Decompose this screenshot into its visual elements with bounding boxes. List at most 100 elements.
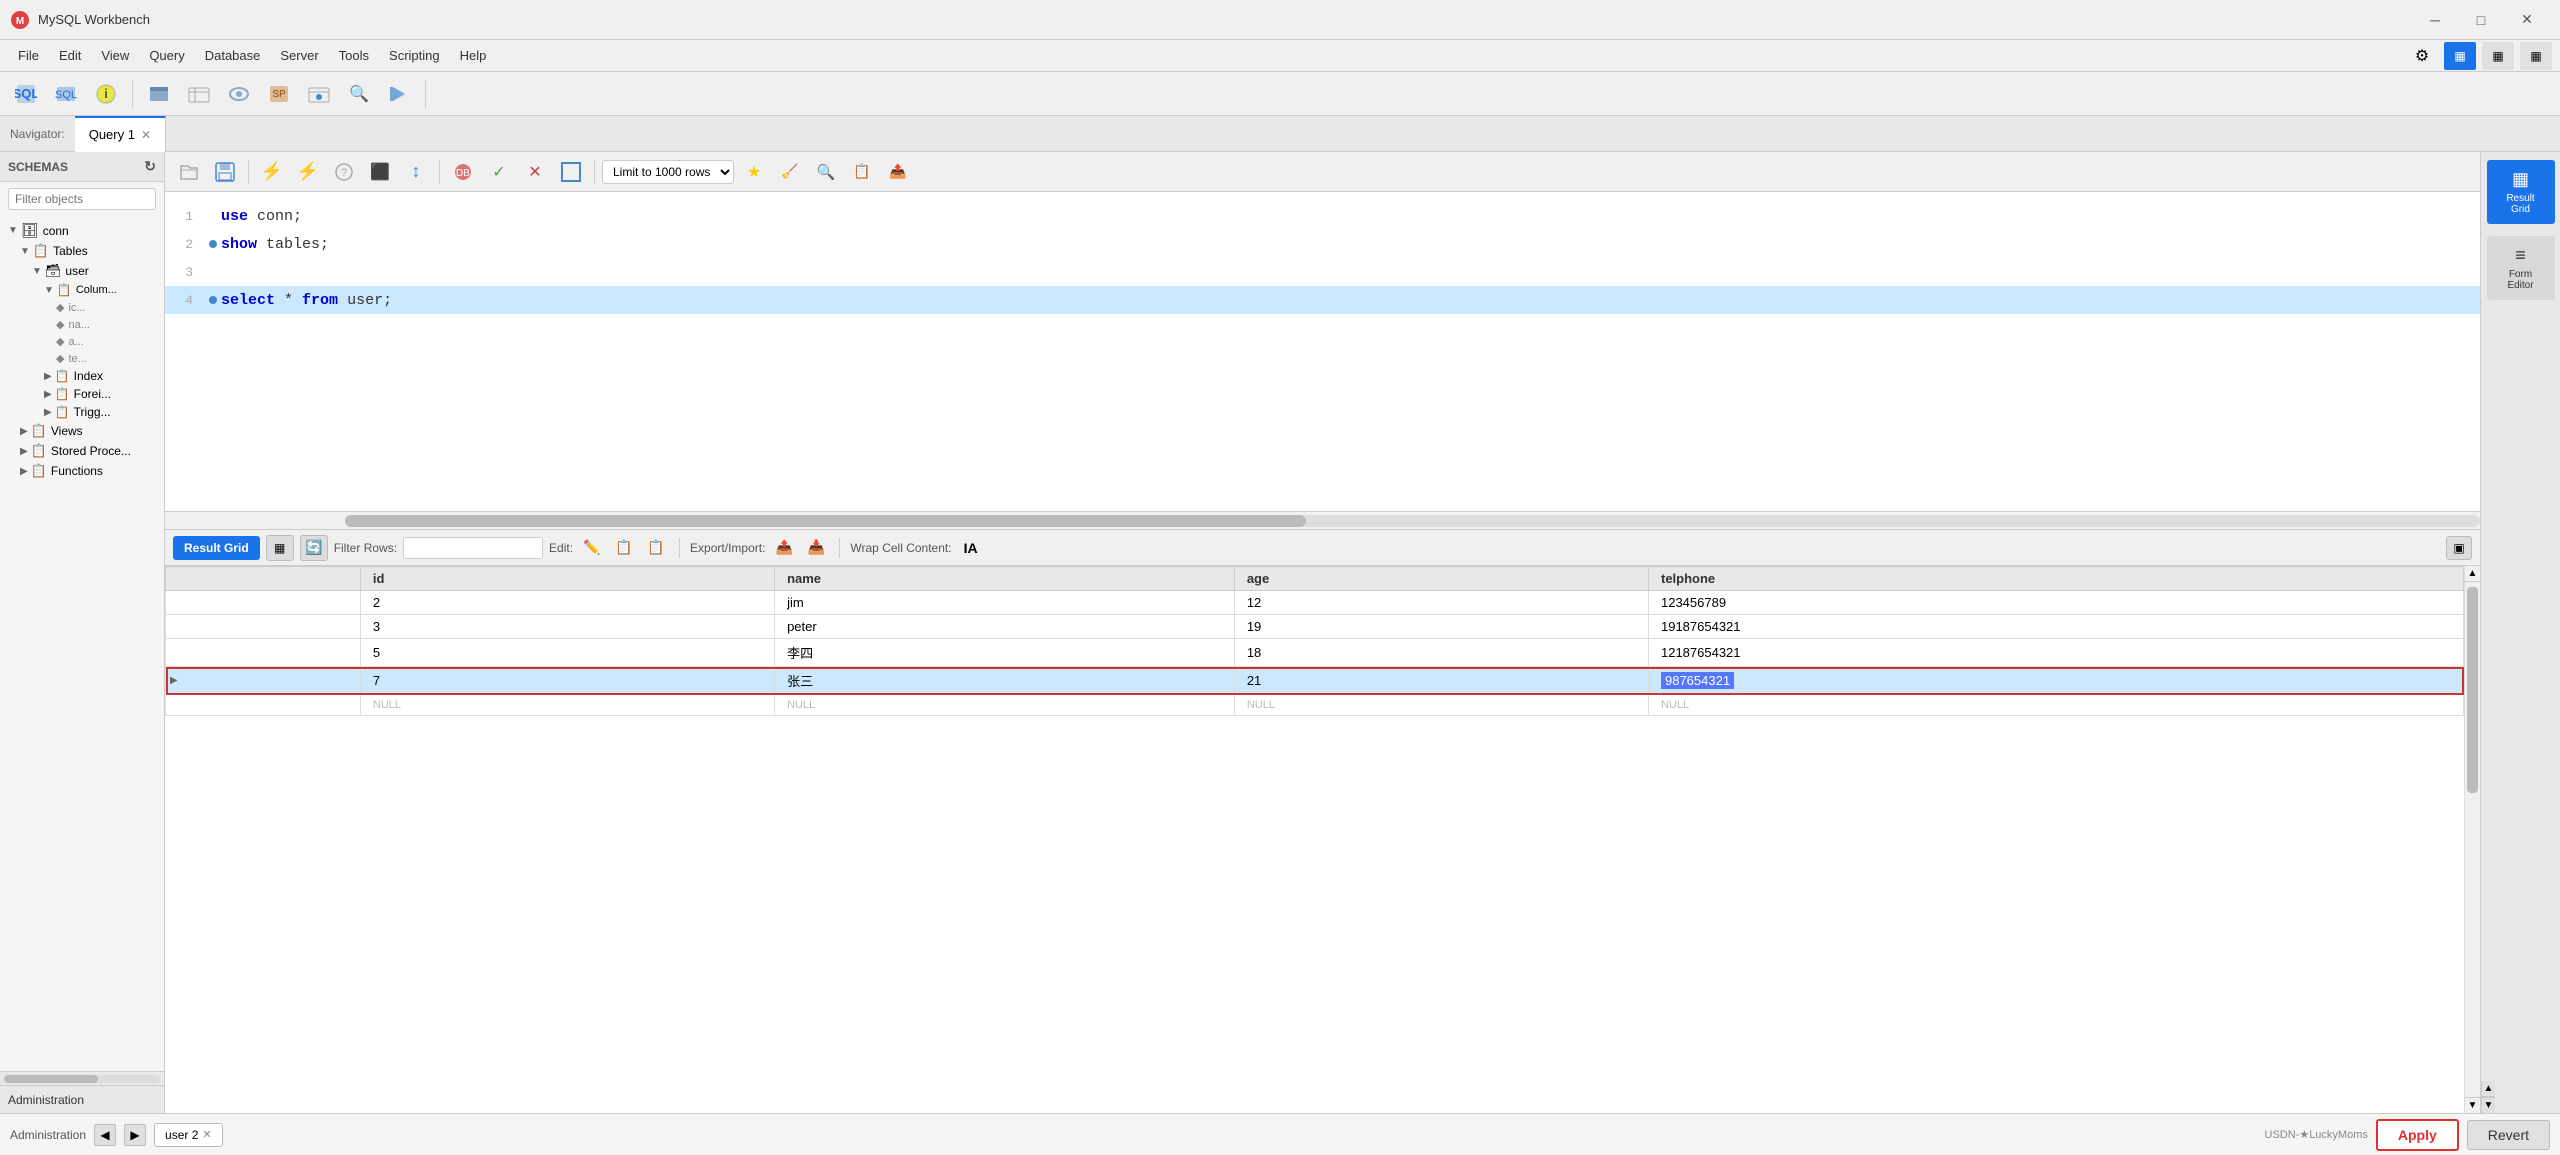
cell-name[interactable]: jim (775, 591, 1235, 615)
cancel-btn[interactable]: ✕ (519, 157, 551, 187)
cell-id[interactable]: 3 (360, 615, 774, 639)
result-grid[interactable]: id name age telphone 2 jim 12 (165, 566, 2464, 1113)
table-row[interactable]: 2 jim 12 123456789 (166, 591, 2464, 615)
maximize-button[interactable]: □ (2458, 5, 2504, 35)
refresh-result-icon[interactable]: 🔄 (300, 535, 328, 561)
refresh-schemas-icon[interactable]: ↻ (144, 158, 156, 175)
form-editor-btn[interactable]: ≡ FormEditor (2487, 236, 2555, 300)
toggle-panel-icon[interactable]: ▣ (2446, 536, 2472, 560)
result-vscroll[interactable]: ▲ ▼ (2464, 566, 2480, 1113)
edit-icon-1[interactable]: ✏️ (579, 536, 605, 560)
result-grid-tab[interactable]: Result Grid (173, 536, 260, 560)
search-icon[interactable]: 🔍 (341, 77, 377, 111)
table-row-selected[interactable]: ▶ 7 张三 21 987654321 (166, 667, 2464, 695)
cell-id[interactable]: 7 (360, 667, 774, 695)
cell-age-null[interactable]: NULL (1234, 695, 1648, 716)
edit-icon-3[interactable]: 📋 (643, 536, 669, 560)
scroll-thumb[interactable] (2467, 587, 2478, 793)
user2-tab-close[interactable]: ✕ (202, 1128, 211, 1141)
tree-item-col-tel[interactable]: ◆ te... (0, 350, 164, 367)
layout-icon-2[interactable]: ▦ (2482, 42, 2514, 70)
cell-id[interactable]: 5 (360, 639, 774, 667)
settings-icon[interactable]: ⚙ (2406, 42, 2438, 70)
menu-view[interactable]: View (91, 44, 139, 67)
editor-hscroll[interactable] (165, 512, 2480, 530)
check-btn[interactable]: ✓ (483, 157, 515, 187)
menu-tools[interactable]: Tools (329, 44, 379, 67)
tree-item-views[interactable]: ▶ 📋 Views (0, 421, 164, 441)
col-header-age[interactable]: age (1234, 567, 1648, 591)
revert-button[interactable]: Revert (2467, 1120, 2550, 1150)
grid-options-icon[interactable]: ▦ (266, 535, 294, 561)
tree-item-columns[interactable]: ▼ 📋 Colum... (0, 281, 164, 299)
cell-id[interactable]: 2 (360, 591, 774, 615)
export-btn[interactable]: 📤 (882, 157, 914, 187)
migration-icon[interactable] (381, 77, 417, 111)
cell-telphone[interactable]: 123456789 (1648, 591, 2463, 615)
minimize-button[interactable]: ─ (2412, 5, 2458, 35)
filter-input[interactable] (8, 188, 156, 210)
col-header-name[interactable]: name (775, 567, 1235, 591)
cell-age[interactable]: 18 (1234, 639, 1648, 667)
format-btn[interactable]: 📋 (846, 157, 878, 187)
table-row[interactable]: 5 李四 18 12187654321 (166, 639, 2464, 667)
nav-prev-btn[interactable]: ◀ (94, 1124, 116, 1146)
execute-selection-btn[interactable]: ⚡ (292, 157, 324, 187)
cell-age[interactable]: 21 (1234, 667, 1648, 695)
col-header-telphone[interactable]: telphone (1648, 567, 2463, 591)
create-table-icon[interactable] (181, 77, 217, 111)
query-tab[interactable]: Query 1 ✕ (75, 116, 166, 152)
tree-item-indexes[interactable]: ▶ 📋 Index (0, 367, 164, 385)
stop-btn[interactable]: ⬛ (364, 157, 396, 187)
table-row-new[interactable]: NULL NULL NULL NULL (166, 695, 2464, 716)
cell-tel-null[interactable]: NULL (1648, 695, 2463, 716)
menu-help[interactable]: Help (450, 44, 497, 67)
query-tab-close[interactable]: ✕ (141, 128, 151, 142)
toggle-btn[interactable]: ↕ (400, 157, 432, 187)
cell-age[interactable]: 19 (1234, 615, 1648, 639)
layout-icon-1[interactable]: ▦ (2444, 42, 2476, 70)
table-row[interactable]: 3 peter 19 19187654321 (166, 615, 2464, 639)
result-grid-btn[interactable]: ▦ ResultGrid (2487, 160, 2555, 224)
create-schema-icon[interactable] (141, 77, 177, 111)
sql-editor[interactable]: 1 use conn; 2 show tables; (165, 192, 2480, 512)
create-proc-icon[interactable]: SP (261, 77, 297, 111)
scroll-down-btn[interactable]: ▼ (2465, 1097, 2480, 1113)
wrap-icon[interactable]: IA (958, 536, 984, 560)
open-query-icon[interactable]: SQL (48, 77, 84, 111)
menu-server[interactable]: Server (270, 44, 328, 67)
cell-telphone[interactable]: 19187654321 (1648, 615, 2463, 639)
new-query-icon[interactable]: SQL (8, 77, 44, 111)
toggle-grid-btn[interactable] (555, 157, 587, 187)
cell-telphone[interactable]: 987654321 (1648, 667, 2463, 695)
nav-next-btn[interactable]: ▶ (124, 1124, 146, 1146)
tree-item-triggers[interactable]: ▶ 📋 Trigg... (0, 403, 164, 421)
cell-name[interactable]: 李四 (775, 639, 1235, 667)
tree-item-col-id[interactable]: ◆ ic... (0, 299, 164, 316)
right-scroll-up[interactable]: ▲ (2482, 1081, 2495, 1097)
scroll-track[interactable] (2465, 582, 2480, 1097)
export-icon-1[interactable]: 📤 (771, 536, 797, 560)
edit-icon-2[interactable]: 📋 (611, 536, 637, 560)
cell-age[interactable]: 12 (1234, 591, 1648, 615)
cell-name[interactable]: peter (775, 615, 1235, 639)
close-button[interactable]: ✕ (2504, 5, 2550, 35)
right-vscroll[interactable]: ▲ ▼ (2481, 1081, 2495, 1113)
table-inspector-icon[interactable] (301, 77, 337, 111)
apply-button[interactable]: Apply (2376, 1119, 2459, 1151)
menu-edit[interactable]: Edit (49, 44, 91, 67)
info-icon[interactable]: i (88, 77, 124, 111)
menu-query[interactable]: Query (139, 44, 194, 67)
menu-scripting[interactable]: Scripting (379, 44, 450, 67)
user2-tab[interactable]: user 2 ✕ (154, 1123, 223, 1147)
save-btn[interactable] (209, 157, 241, 187)
layout-icon-3[interactable]: ▦ (2520, 42, 2552, 70)
tree-item-foreignkeys[interactable]: ▶ 📋 Forei... (0, 385, 164, 403)
cell-id-null[interactable]: NULL (360, 695, 774, 716)
zoom-btn[interactable]: 🔍 (810, 157, 842, 187)
tree-item-conn[interactable]: ▼ 🗄 conn (0, 220, 164, 241)
export-icon-2[interactable]: 📥 (803, 536, 829, 560)
cell-name[interactable]: 张三 (775, 667, 1235, 695)
tree-item-user[interactable]: ▼ 🗃 user (0, 261, 164, 281)
explain-btn[interactable]: ? (328, 157, 360, 187)
